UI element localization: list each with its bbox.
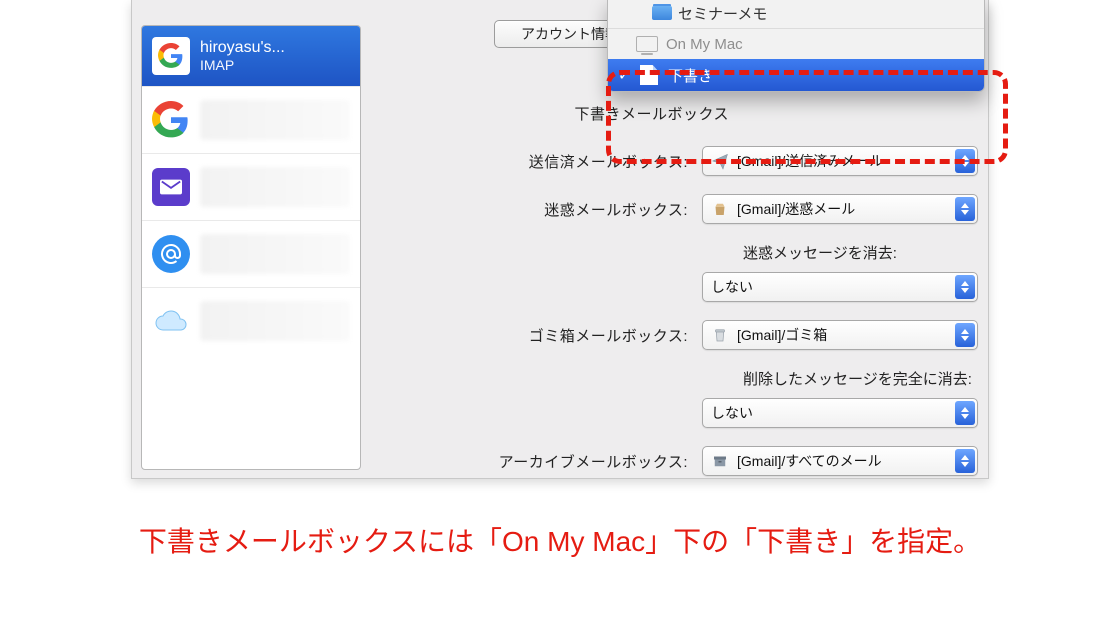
chevron-updown-icon [955, 275, 975, 299]
chevron-updown-icon [955, 197, 975, 221]
mailbox-dropdown-menu[interactable]: セミナーメモ On My Mac ✓ 下書き [607, 0, 985, 92]
archive-box-icon [711, 452, 729, 470]
row-sent: 送信済メールボックス: [Gmail]/送信済みメール [374, 144, 978, 178]
junk-bag-icon [711, 200, 729, 218]
sidebar-item[interactable] [142, 220, 360, 287]
popup-value: [Gmail]/送信済みメール [737, 151, 883, 171]
popup-trash-erase[interactable]: しない [702, 398, 978, 428]
menu-item-label: 下書き [668, 65, 713, 86]
google-icon [152, 37, 190, 75]
menu-item-label: セミナーメモ [678, 3, 767, 24]
row-drafts: 下書きメールボックス [374, 96, 978, 130]
popup-value: [Gmail]/ゴミ箱 [737, 325, 827, 345]
annotation-caption: 下書きメールボックスには「On My Mac」下の「下書き」を指定。 [0, 520, 1120, 560]
row-junk: 迷惑メールボックス: [Gmail]/迷惑メール [374, 192, 978, 226]
redacted-text [200, 100, 350, 140]
label-junk-erase: 迷惑メッセージを消去: [743, 242, 897, 263]
at-icon [152, 235, 190, 273]
cloud-icon [152, 302, 190, 340]
sidebar-item[interactable] [142, 287, 360, 354]
redacted-text [200, 167, 350, 207]
chevron-updown-icon [955, 149, 975, 173]
popup-junk-erase[interactable]: しない [702, 272, 978, 302]
label-sent: 送信済メールボックス: [374, 151, 692, 172]
label-archive: アーカイブメールボックス: [374, 451, 692, 472]
tab-label: アカウント情報 [521, 24, 619, 44]
chevron-updown-icon [955, 401, 975, 425]
sidebar-item[interactable] [142, 86, 360, 153]
draft-doc-icon [640, 65, 658, 85]
redacted-text [200, 301, 350, 341]
sidebar-account-protocol: IMAP [200, 57, 285, 73]
check-icon: ✓ [618, 66, 631, 84]
row-trash: ゴミ箱メールボックス: [Gmail]/ゴミ箱 [374, 318, 978, 352]
popup-value: しない [711, 403, 753, 423]
sidebar-account-name: hiroyasu's... [200, 39, 285, 57]
sidebar-item[interactable] [142, 153, 360, 220]
sent-plane-icon [711, 152, 729, 170]
mail-icon [152, 168, 190, 206]
popup-trash[interactable]: [Gmail]/ゴミ箱 [702, 320, 978, 350]
menu-item-selected[interactable]: ✓ 下書き [608, 59, 984, 91]
menu-section-on-my-mac: On My Mac [608, 28, 984, 59]
menu-section-label: On My Mac [666, 36, 743, 53]
account-sidebar: hiroyasu's... IMAP [141, 25, 361, 470]
sidebar-item-selected[interactable]: hiroyasu's... IMAP [142, 26, 360, 86]
preferences-window: hiroyasu's... IMAP [131, 0, 989, 479]
row-trash-erase: しない [374, 396, 978, 430]
label-trash: ゴミ箱メールボックス: [374, 325, 692, 346]
redacted-text [200, 234, 350, 274]
google-icon [152, 101, 190, 139]
popup-junk[interactable]: [Gmail]/迷惑メール [702, 194, 978, 224]
label-trash-erase: 削除したメッセージを完全に消去: [743, 368, 972, 389]
chevron-updown-icon [955, 323, 975, 347]
popup-sent[interactable]: [Gmail]/送信済みメール [702, 146, 978, 176]
row-junk-erase-label: 迷惑メッセージを消去: [374, 240, 978, 264]
popup-value: [Gmail]/すべてのメール [737, 451, 882, 471]
label-junk: 迷惑メールボックス: [374, 199, 692, 220]
folder-icon [652, 6, 672, 20]
computer-icon [636, 36, 658, 52]
row-trash-erase-label: 削除したメッセージを完全に消去: [374, 366, 978, 390]
popup-value: しない [711, 277, 753, 297]
popup-archive[interactable]: [Gmail]/すべてのメール [702, 446, 978, 476]
menu-item-folder[interactable]: セミナーメモ [608, 0, 984, 28]
trash-can-icon [711, 326, 729, 344]
row-archive: アーカイブメールボックス: [Gmail]/すべてのメール [374, 444, 978, 478]
popup-value: [Gmail]/迷惑メール [737, 199, 855, 219]
label-drafts: 下書きメールボックス [374, 103, 733, 124]
chevron-updown-icon [955, 449, 975, 473]
row-junk-erase: しない [374, 270, 978, 304]
